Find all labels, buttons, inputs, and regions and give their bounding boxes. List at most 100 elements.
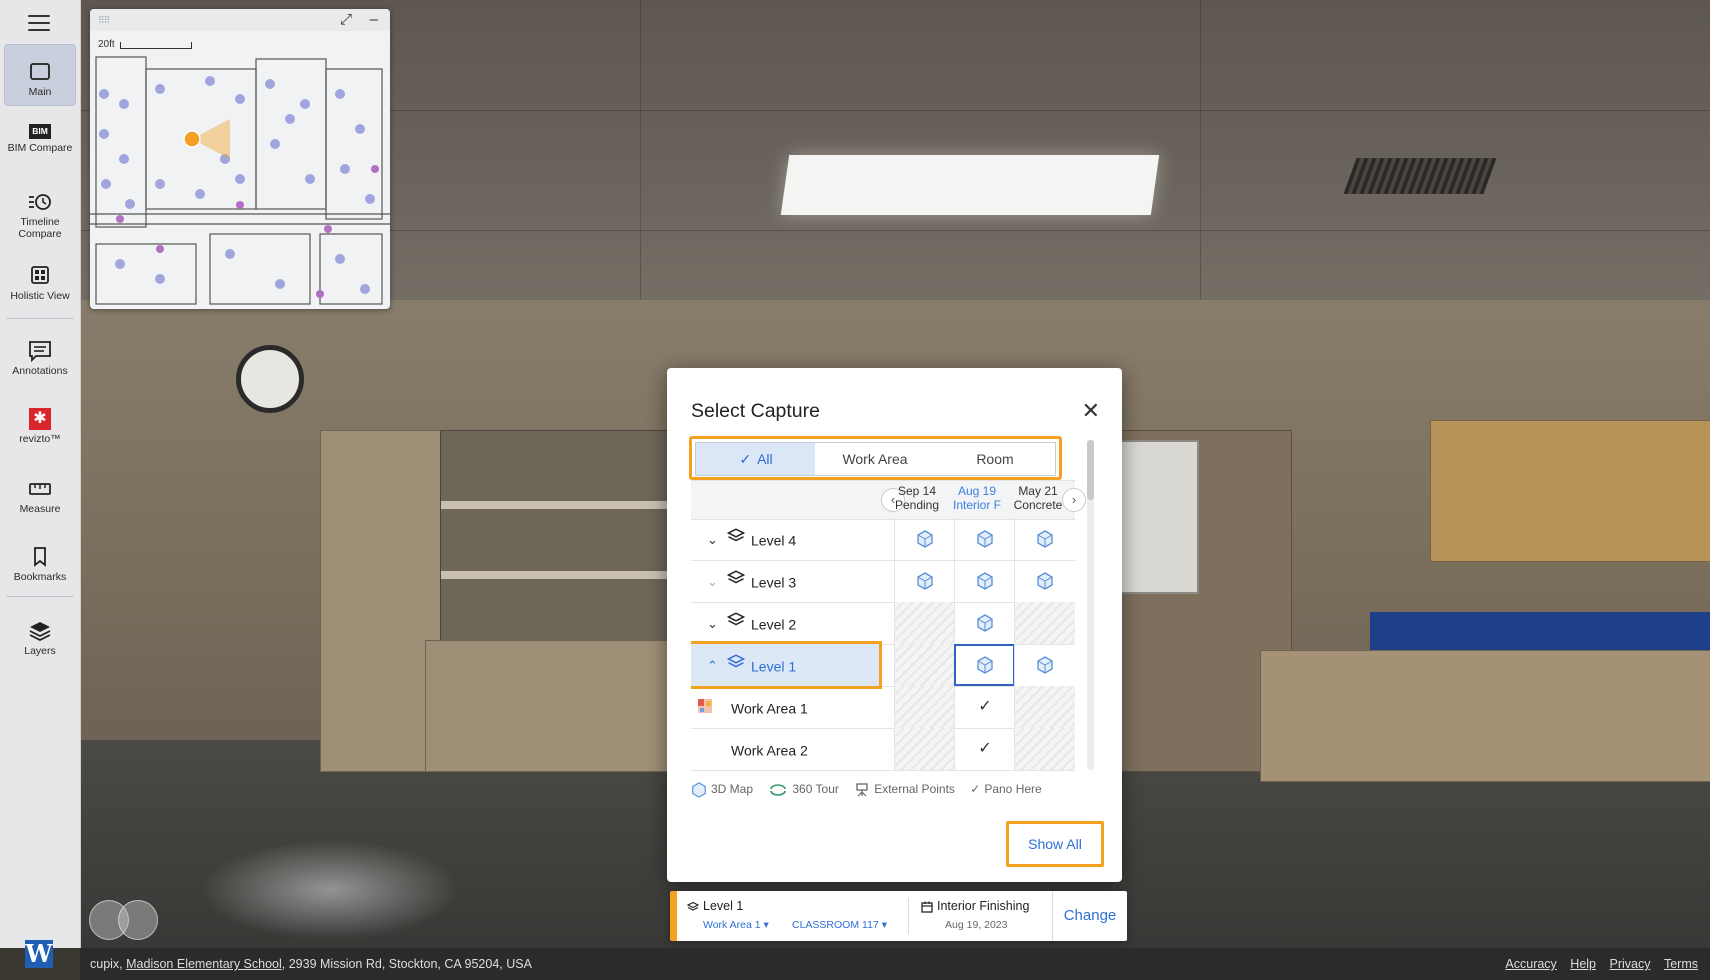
sidebar-item-holistic-view[interactable]: Holistic View <box>4 265 76 302</box>
map-cell[interactable] <box>954 560 1015 602</box>
sidebar-item-revizto[interactable]: ✱ revizto™ <box>4 408 76 445</box>
cube-icon <box>977 656 993 674</box>
date-column[interactable]: May 21 Concrete <box>1008 484 1068 512</box>
filter-all-button[interactable]: ✓ All <box>695 442 817 476</box>
divider <box>908 898 909 934</box>
date-column[interactable]: Aug 19 Interior F <box>947 484 1007 512</box>
cube-icon <box>692 782 706 798</box>
check-icon: ✓ <box>970 782 981 797</box>
sidebar-item-label: Measure <box>19 503 61 515</box>
phase-label: Interior F <box>952 498 1001 512</box>
terms-link[interactable]: Terms <box>1664 957 1698 971</box>
minimap-toolbar: ⠿⠿ ⤢ – <box>90 9 390 31</box>
empty-cell <box>894 644 955 686</box>
close-icon[interactable]: ✕ <box>1082 398 1100 424</box>
sidebar-item-measure[interactable]: Measure <box>4 478 76 515</box>
map-cell-selected[interactable] <box>954 644 1015 686</box>
holistic-icon <box>31 266 49 284</box>
check-icon[interactable]: ✓ <box>954 686 1015 728</box>
floorplan[interactable] <box>90 9 390 309</box>
filter-label: Room <box>976 451 1014 467</box>
capture-date: Aug 19, 2023 <box>945 919 1008 931</box>
footer: cupix, Madison Elementary School, 2939 M… <box>80 948 1710 980</box>
room-dropdown[interactable]: CLASSROOM 117 ▾ <box>792 919 887 931</box>
layers-icon <box>726 519 751 561</box>
filter-room-button[interactable]: Room <box>935 442 1056 476</box>
drag-handle-icon[interactable]: ⠿⠿ <box>98 15 110 26</box>
accuracy-link[interactable]: Accuracy <box>1505 957 1556 971</box>
legend-item: 3D Map <box>691 782 753 798</box>
phase-display: Interior Finishing <box>921 899 1029 913</box>
app-logo[interactable]: W <box>25 940 53 968</box>
sidebar-item-label: Layers <box>24 645 56 657</box>
sidebar-item-bim-compare[interactable]: BIM BIM Compare <box>4 124 76 154</box>
legend-item: External Points <box>854 782 955 797</box>
table-row[interactable]: ⌄ Level 3 <box>691 560 1075 603</box>
date-label: Aug 19 <box>957 484 997 498</box>
change-button[interactable]: Change <box>1052 891 1127 941</box>
sidebar-item-timeline-compare[interactable]: Timeline Compare <box>4 191 76 240</box>
sidebar-item-label: BIM Compare <box>7 142 73 154</box>
table-row[interactable]: ⌄ Level 2 <box>691 602 1075 645</box>
table-row[interactable]: Work Area 2 ✓ <box>691 728 1075 771</box>
map-cell[interactable] <box>894 518 955 560</box>
date-label: May 21 <box>1018 484 1058 498</box>
chevron-down-icon[interactable]: ⌄ <box>707 561 727 603</box>
map-cell[interactable] <box>1014 518 1075 560</box>
scrollbar-thumb[interactable] <box>1087 440 1094 500</box>
work-area-dropdown[interactable]: Work Area 1 ▾ <box>703 919 769 931</box>
sidebar-item-layers[interactable]: Layers <box>4 620 76 657</box>
expand-icon[interactable]: ⤢ <box>340 11 352 28</box>
dropdown-value: Work Area 1 <box>703 919 761 931</box>
tall-cabinet <box>320 430 442 772</box>
sidebar-item-annotations[interactable]: Annotations <box>4 340 76 377</box>
chevron-right-icon[interactable]: › <box>1062 488 1086 512</box>
table-row[interactable]: Work Area 1 ✓ <box>691 686 1075 729</box>
scrollbar[interactable] <box>1087 440 1094 770</box>
cube-icon <box>977 572 993 590</box>
sidebar-item-label: revizto™ <box>19 433 61 445</box>
help-link[interactable]: Help <box>1570 957 1596 971</box>
chevron-up-icon[interactable]: ⌃ <box>707 645 727 687</box>
date-label: Sep 14 <box>897 484 937 498</box>
table-row[interactable]: ⌃ Level 1 <box>691 641 1075 689</box>
menu-icon[interactable] <box>28 15 50 31</box>
ceiling-vent <box>1343 158 1497 194</box>
filter-label: Work Area <box>842 451 908 467</box>
filter-label: All <box>757 451 773 467</box>
show-all-button[interactable]: Show All <box>1006 821 1104 867</box>
map-cell[interactable] <box>954 602 1015 644</box>
project-link[interactable]: Madison Elementary School <box>126 957 282 971</box>
empty-cell <box>1014 686 1075 728</box>
sidebar-item-main[interactable]: Main <box>4 44 76 106</box>
minimize-icon[interactable]: – <box>370 11 378 28</box>
empty-cell <box>1014 728 1075 770</box>
date-column[interactable]: Sep 14 Pending <box>887 484 947 512</box>
avatar[interactable] <box>118 900 158 940</box>
filter-work-area-button[interactable]: Work Area <box>815 442 936 476</box>
chevron-down-icon[interactable]: ⌄ <box>707 603 727 645</box>
project-address: , 2939 Mission Rd, Stockton, CA 95204, U… <box>281 957 532 971</box>
date-header: ‹ Sep 14 Pending Aug 19 Interior F May 2… <box>691 480 1086 520</box>
ceiling-grid-line <box>640 0 641 310</box>
map-cell[interactable] <box>1014 644 1075 686</box>
row-label: Level 4 <box>751 532 797 549</box>
privacy-link[interactable]: Privacy <box>1610 957 1651 971</box>
dialog-title: Select Capture <box>691 400 820 422</box>
table-row[interactable]: ⌄ Level 4 <box>691 518 1075 561</box>
cube-icon <box>977 614 993 632</box>
legend: 3D Map 360 Tour External Points ✓ Pano He… <box>691 782 1054 798</box>
chevron-down-icon[interactable]: ⌄ <box>707 519 727 561</box>
layers-icon <box>726 603 751 645</box>
plastic-sheet <box>200 840 460 940</box>
map-cell[interactable] <box>894 560 955 602</box>
minimap[interactable]: ⠿⠿ ⤢ – 20ft <box>90 9 390 309</box>
sidebar: Main BIM BIM Compare Timeline Compare Ho… <box>0 0 81 948</box>
map-cell[interactable] <box>1014 560 1075 602</box>
sidebar-item-bookmarks[interactable]: Bookmarks <box>4 546 76 583</box>
layers-icon <box>686 901 700 911</box>
empty-cell <box>894 602 955 644</box>
check-icon[interactable]: ✓ <box>954 728 1015 770</box>
map-cell[interactable] <box>954 518 1015 560</box>
row-label: Level 2 <box>751 616 797 633</box>
